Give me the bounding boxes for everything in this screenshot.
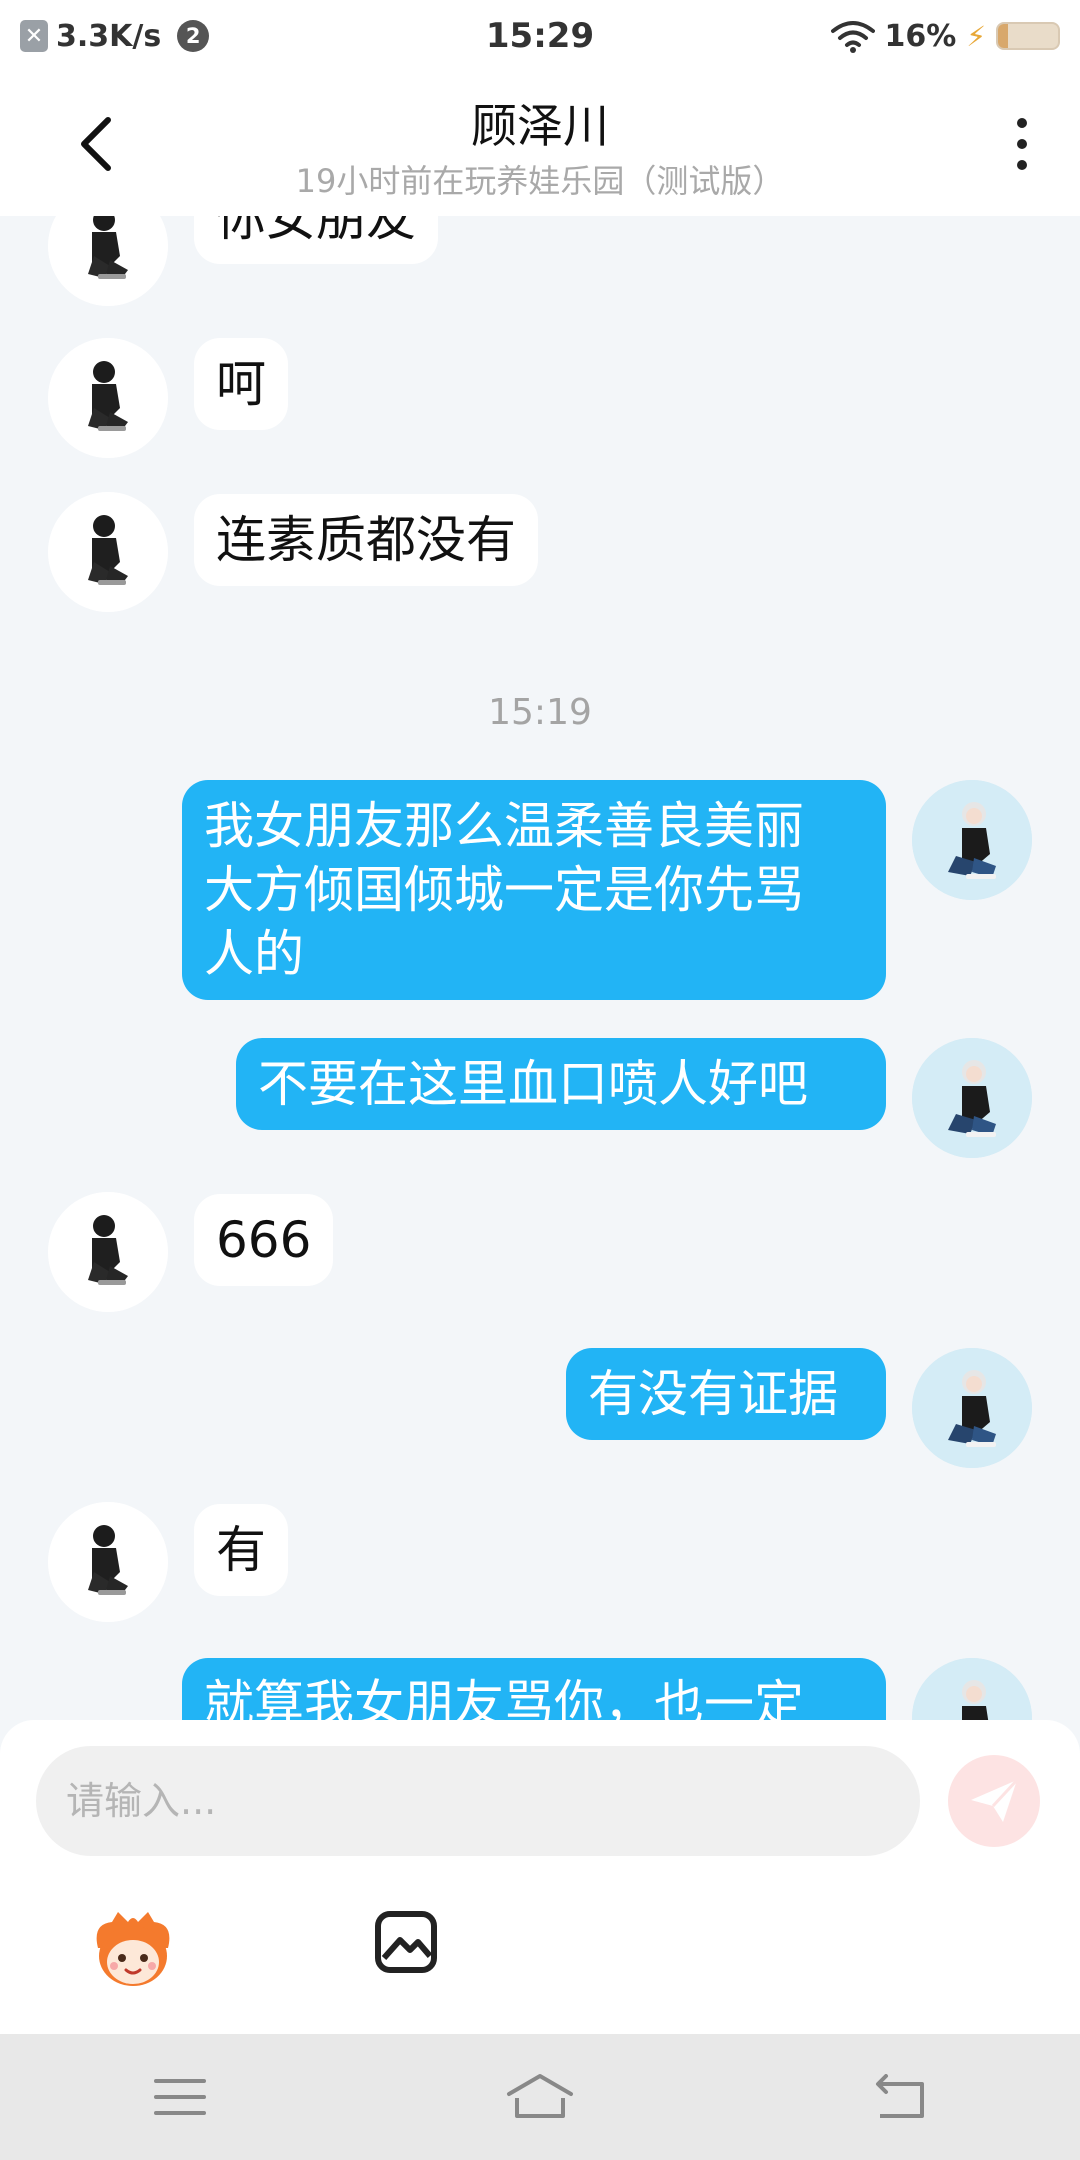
contact-avatar[interactable] (48, 338, 168, 458)
incoming-message[interactable]: 连素质都没有 (194, 494, 538, 586)
more-vertical-icon (1017, 118, 1027, 128)
home-icon (507, 2074, 573, 2118)
battery-icon (996, 22, 1060, 50)
outgoing-message[interactable]: 不要在这里血口喷人好吧 (236, 1038, 886, 1130)
contact-avatar[interactable] (48, 492, 168, 612)
status-time: 15:29 (485, 16, 595, 56)
send-icon (971, 1778, 1019, 1822)
incoming-message[interactable]: 呵 (194, 338, 288, 430)
outgoing-message[interactable]: 就算我女朋友骂你，也一定 (182, 1658, 886, 1720)
emoji-button[interactable] (88, 1904, 178, 1994)
contact-avatar[interactable] (48, 1502, 168, 1622)
network-speed: 3.3K/s (56, 18, 162, 54)
contact-avatar[interactable] (48, 216, 168, 306)
user-avatar[interactable] (912, 1348, 1032, 1468)
menu-button[interactable] (145, 2067, 215, 2127)
chat-header: 顾泽川 19小时前在玩养娃乐园（测试版） (0, 72, 1080, 216)
incoming-message[interactable]: 有 (194, 1504, 288, 1596)
image-icon (375, 1911, 437, 1973)
message-input[interactable] (36, 1746, 920, 1856)
contact-avatar[interactable] (48, 1192, 168, 1312)
return-button[interactable] (865, 2067, 935, 2127)
composer (0, 1720, 1080, 2034)
mascot-emoji-icon (96, 1912, 170, 1986)
contact-status: 19小时前在玩养娃乐园（测试版） (295, 162, 785, 200)
contact-name: 顾泽川 (471, 99, 609, 153)
send-button[interactable] (948, 1755, 1040, 1847)
battery-level-fill (998, 24, 1008, 48)
message-timestamp: 15:19 (488, 692, 592, 733)
user-avatar[interactable] (912, 1038, 1032, 1158)
status-bar: ✕ 3.3K/s 2 15:29 16% ⚡ (0, 0, 1080, 72)
incoming-message[interactable]: 666 (194, 1194, 334, 1286)
home-button[interactable] (505, 2067, 575, 2127)
outgoing-message[interactable]: 有没有证据 (566, 1348, 886, 1440)
menu-icon (154, 2079, 206, 2115)
user-avatar[interactable] (912, 1658, 1032, 1720)
image-picker-button[interactable] (374, 1910, 438, 1974)
message-list[interactable]: 你女朋友 呵 连素质都没有 15:19 我女朋友那么温柔善良美丽 大方倾国倾城一… (0, 216, 1080, 1720)
user-avatar[interactable] (912, 780, 1032, 900)
wifi-icon (830, 21, 875, 53)
close-notification-icon: ✕ (20, 20, 48, 52)
outgoing-message[interactable]: 我女朋友那么温柔善良美丽 大方倾国倾城一定是你先骂 人的 (182, 780, 886, 1000)
notification-count-badge: 2 (177, 20, 210, 52)
charging-icon: ⚡ (966, 19, 986, 53)
more-options-button[interactable] (1002, 112, 1042, 176)
return-icon (876, 2074, 924, 2118)
system-nav-bar (0, 2034, 1080, 2160)
incoming-message[interactable]: 你女朋友 (194, 216, 438, 264)
battery-percent: 16% (884, 18, 957, 54)
